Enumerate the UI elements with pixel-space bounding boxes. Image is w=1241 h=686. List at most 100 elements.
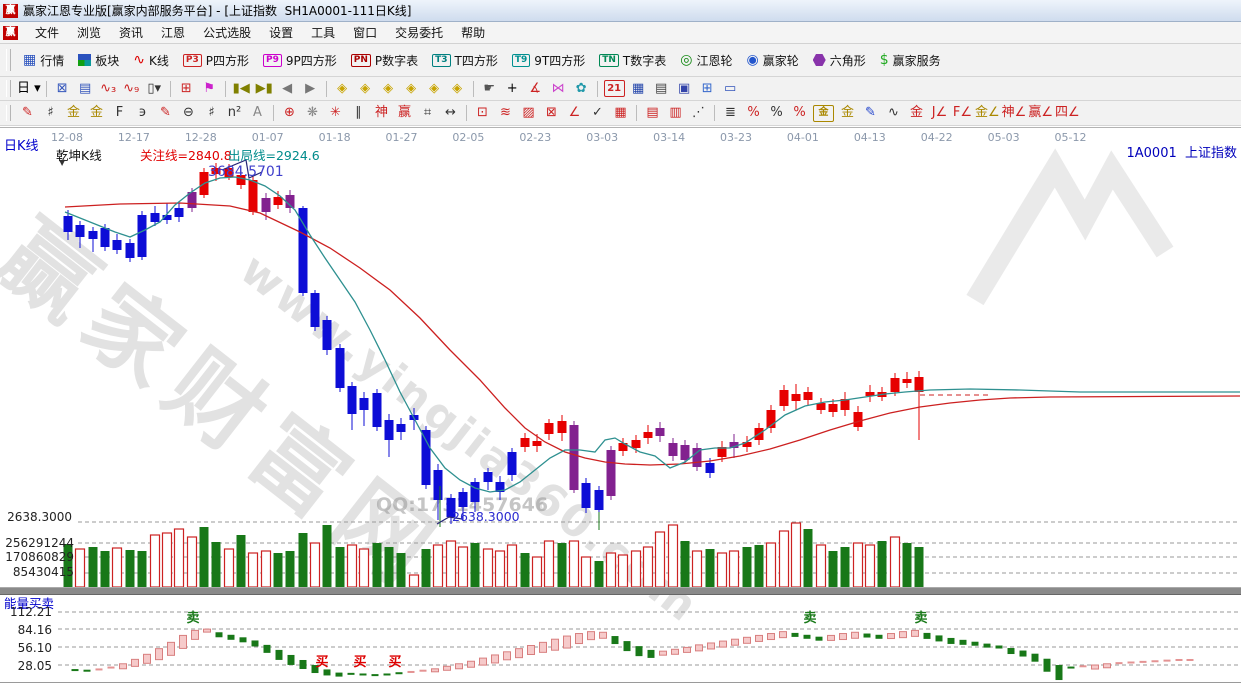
winner-wheel-button[interactable]: ◉赢家轮 xyxy=(739,49,805,72)
grid-cols-tool-icon[interactable]: ▥ xyxy=(664,104,687,123)
shen-angle-tool-icon[interactable]: 神∠ xyxy=(1001,104,1028,123)
gann-compass-tool-icon[interactable]: ⊕ xyxy=(278,104,301,123)
angle-line-tool-icon[interactable]: ∠ xyxy=(563,104,586,123)
period-day-dropdown-icon[interactable]: 日 ▾ xyxy=(16,79,42,98)
zoom-diamond-full-icon[interactable]: ◈ xyxy=(446,79,469,98)
notes-icon[interactable]: ▤ xyxy=(650,79,673,98)
ying-lines-tool-icon[interactable]: 赢 xyxy=(393,104,416,123)
spiral-tool-icon[interactable]: ϶ xyxy=(131,104,154,123)
menu-window[interactable]: 窗口 xyxy=(344,22,386,43)
color-flag-icon[interactable]: ⚑ xyxy=(198,79,221,98)
check-line-tool-icon[interactable]: ✓ xyxy=(586,104,609,123)
menu-trade-entrust[interactable]: 交易委托 xyxy=(386,22,452,43)
f-angle-tool-icon[interactable]: F∠ xyxy=(951,104,974,123)
wave-tool-icon[interactable]: ∿ xyxy=(882,104,905,123)
cloud-analysis-icon[interactable]: ✿ xyxy=(570,79,593,98)
ying-angle-tool-icon[interactable]: 赢∠ xyxy=(1027,104,1054,123)
grid-rows-tool-icon[interactable]: ▤ xyxy=(641,104,664,123)
p-number-table-button[interactable]: PNP数字表 xyxy=(344,49,425,72)
pan-hand-icon[interactable]: ☛ xyxy=(478,79,501,98)
menu-formula-stock-pick[interactable]: 公式选股 xyxy=(194,22,260,43)
menu-help[interactable]: 帮助 xyxy=(452,22,494,43)
j-angle-tool-icon[interactable]: J∠ xyxy=(928,104,951,123)
sectors-button[interactable]: 板块 xyxy=(71,49,126,72)
kline-button[interactable]: ∿K线 xyxy=(126,49,176,72)
gold-circle-tool-icon[interactable]: 金 xyxy=(813,105,834,122)
gold-line-tool-icon[interactable]: 金 xyxy=(836,104,859,123)
pane-splitter[interactable] xyxy=(0,587,1241,595)
hexagon-button[interactable]: 六角形 xyxy=(806,49,873,72)
red-grid-window-icon[interactable]: ⊞ xyxy=(175,79,198,98)
web-tool-icon[interactable]: ❋ xyxy=(301,104,324,123)
quotes-button[interactable]: ▦行情 xyxy=(16,49,71,72)
width-measure-tool-icon[interactable]: ↔ xyxy=(439,104,462,123)
menu-tools[interactable]: 工具 xyxy=(302,22,344,43)
window-layout-icon[interactable]: ⊠ xyxy=(51,79,74,98)
gann-wheel-icon: ◎ xyxy=(680,53,692,67)
candle-style-dropdown-icon[interactable]: ▯▾ xyxy=(143,79,166,98)
crosshair-icon[interactable]: + xyxy=(501,79,524,98)
chart-canvas[interactable]: 卖买买买卖卖 xyxy=(0,126,1241,686)
web-grid-tool-icon[interactable]: ✳ xyxy=(324,104,347,123)
fan-lines-tool-icon[interactable]: ≋ xyxy=(494,104,517,123)
diag-box-tool-icon[interactable]: ▨ xyxy=(517,104,540,123)
t-square-button[interactable]: T3T四方形 xyxy=(425,49,505,72)
shen-lines-tool-icon[interactable]: 神 xyxy=(370,104,393,123)
price-lines-tool-icon[interactable]: ♯ xyxy=(39,104,62,123)
steps-tool-icon[interactable]: ≣ xyxy=(719,104,742,123)
mirror-tool-icon[interactable]: A xyxy=(246,104,269,123)
gold-red-tool-icon[interactable]: 金 xyxy=(905,104,928,123)
red-pen-tool-icon[interactable]: ✎ xyxy=(16,104,39,123)
chart-3-periods-icon[interactable]: ∿₃ xyxy=(97,79,120,98)
zoom-diamond-h-icon[interactable]: ◈ xyxy=(377,79,400,98)
candle-pen-tool-icon[interactable]: ✎ xyxy=(859,104,882,123)
parallel-marks-tool-icon[interactable]: ∥ xyxy=(347,104,370,123)
circle-lines-tool-icon[interactable]: ⊖ xyxy=(177,104,200,123)
print-icon[interactable]: ▭ xyxy=(719,79,742,98)
gold-lines-tool-icon[interactable]: 金 xyxy=(62,104,85,123)
percent-tool-icon[interactable]: % xyxy=(765,104,788,123)
menu-gann[interactable]: 江恩 xyxy=(152,22,194,43)
skip-to-start-icon[interactable]: ▮◀ xyxy=(230,79,253,98)
zoom-diamond-left-icon[interactable]: ◈ xyxy=(331,79,354,98)
gold-angle-tool-icon[interactable]: 金∠ xyxy=(974,104,1001,123)
slant-lines-tool-icon[interactable]: ⋰ xyxy=(687,104,710,123)
info-board-icon[interactable]: ▤ xyxy=(74,79,97,98)
zoom-diamond-out-icon[interactable]: ◈ xyxy=(423,79,446,98)
fibonacci-lines-tool-icon[interactable]: F xyxy=(108,104,131,123)
chart-9-periods-icon[interactable]: ∿₉ xyxy=(120,79,143,98)
p-square-button[interactable]: P3P四方形 xyxy=(176,49,256,72)
winner-service-button[interactable]: $赢家服务 xyxy=(873,49,948,72)
n2-lines-tool-icon[interactable]: n² xyxy=(223,104,246,123)
step-forward-icon[interactable]: ▶ xyxy=(299,79,322,98)
angle-a-icon[interactable]: ∡ xyxy=(524,79,547,98)
cross-box-tool-icon[interactable]: ⊠ xyxy=(540,104,563,123)
time-lines-tool-icon[interactable]: ♯ xyxy=(200,104,223,123)
kline-type-dropdown-icon[interactable]: ▼ xyxy=(59,158,65,167)
marker-pen-tool-icon[interactable]: ✎ xyxy=(154,104,177,123)
ribbon-icon[interactable]: ⋈ xyxy=(547,79,570,98)
menu-browse[interactable]: 浏览 xyxy=(68,22,110,43)
save-chart-icon[interactable]: ▣ xyxy=(673,79,696,98)
nine-p-square-button[interactable]: P99P四方形 xyxy=(256,49,344,72)
zoom-diamond-right-icon[interactable]: ◈ xyxy=(354,79,377,98)
ruler-123-tool-icon[interactable]: ⌗ xyxy=(416,104,439,123)
calculator-icon[interactable]: ▦ xyxy=(627,79,650,98)
gann-wheel-button[interactable]: ◎江恩轮 xyxy=(673,49,739,72)
percent-line-tool-icon[interactable]: % xyxy=(788,104,811,123)
gold-lines2-tool-icon[interactable]: 金 xyxy=(85,104,108,123)
grid-box-tool-icon[interactable]: ▦ xyxy=(609,104,632,123)
menu-settings[interactable]: 设置 xyxy=(260,22,302,43)
t-number-table-button[interactable]: TNT数字表 xyxy=(592,49,673,72)
window-globe-icon[interactable]: ⊞ xyxy=(696,79,719,98)
skip-to-end-icon[interactable]: ▶▮ xyxy=(253,79,276,98)
percent-retrace-tool-icon[interactable]: % xyxy=(742,104,765,123)
nine-t-square-button[interactable]: T99T四方形 xyxy=(505,49,592,72)
menu-file[interactable]: 文件 xyxy=(26,22,68,43)
menu-news[interactable]: 资讯 xyxy=(110,22,152,43)
calendar-21-icon[interactable]: 21 xyxy=(604,80,625,97)
step-back-icon[interactable]: ◀ xyxy=(276,79,299,98)
box-select-tool-icon[interactable]: ⊡ xyxy=(471,104,494,123)
si-angle-tool-icon[interactable]: 四∠ xyxy=(1054,104,1081,123)
zoom-diamond-in-icon[interactable]: ◈ xyxy=(400,79,423,98)
